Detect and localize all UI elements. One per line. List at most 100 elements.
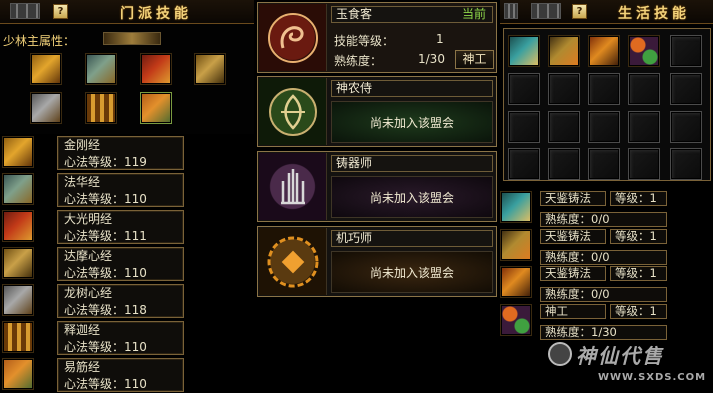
attr-bar	[103, 32, 161, 45]
empty-slot[interactable]	[670, 73, 702, 105]
proficiency-value: 1/30	[418, 52, 445, 66]
empty-slot[interactable]	[588, 148, 620, 180]
guild-name-zhuqi: 铸器师	[331, 155, 493, 172]
skill-row-daguangming[interactable]: 大光明经 心法等级：111	[57, 210, 184, 244]
shennong-emblem	[259, 78, 327, 145]
sect-skills-title: 门派技能	[120, 6, 192, 22]
skill-level: 心法等级：110	[64, 192, 147, 206]
sect-scroll-icon[interactable]	[30, 53, 62, 85]
life-entry-name: 天鉴铸法	[540, 266, 606, 281]
leaf-icon	[269, 88, 317, 136]
skill-level-label: 技能等级：	[334, 34, 395, 48]
sect-tome-icon[interactable]	[194, 53, 226, 85]
life-entry-name: 天鉴铸法	[540, 191, 606, 206]
skill-level: 心法等级：110	[64, 266, 147, 280]
empty-slot[interactable]	[548, 111, 580, 143]
skill-row-jingang[interactable]: 金刚经 心法等级：119	[57, 136, 184, 170]
empty-slot[interactable]	[670, 111, 702, 143]
sect-green-book-icon[interactable]	[140, 92, 172, 124]
life-entry-chest-icon[interactable]	[500, 229, 532, 261]
attr-label: 少林主属性：	[3, 34, 76, 48]
guild-status-zhuqi: 尚未加入该盟会	[331, 176, 493, 218]
life-entry-level: 等级：1	[610, 229, 667, 244]
skill-name: 达摩心经	[64, 249, 113, 263]
zhuqi-emblem	[259, 153, 327, 220]
life-entry-level: 等级：1	[610, 266, 667, 281]
watermark-url: WWW.SXDS.COM	[598, 372, 707, 383]
life-entry-proficiency: 熟练度：1/30	[540, 325, 667, 340]
empty-slot[interactable]	[628, 73, 660, 105]
jiqiao-emblem	[259, 228, 327, 295]
guild-status-shennong: 尚未加入该盟会	[331, 101, 493, 143]
guild-name-jiqiao: 机巧师	[331, 230, 493, 247]
guild-name-yushike: 玉食客 当前	[331, 6, 493, 23]
skill-level: 心法等级：118	[64, 303, 147, 317]
empty-slot[interactable]	[548, 73, 580, 105]
skill-icon-shijia[interactable]	[2, 321, 34, 353]
skill-icon-fahua[interactable]	[2, 173, 34, 205]
guild-panel-yushike[interactable]: 玉食客 当前 技能等级： 1 熟练度： 1/30 神工	[257, 2, 497, 73]
shengong-button[interactable]: 神工	[455, 50, 494, 69]
skill-icon-yijin[interactable]	[2, 358, 34, 390]
skill-icon-damo[interactable]	[2, 247, 34, 279]
skill-name: 释迦经	[64, 323, 101, 337]
skill-level: 心法等级：111	[64, 229, 147, 243]
life-skill-flame-chest-icon[interactable]	[588, 35, 620, 67]
guild-panel-shennong[interactable]: 神农侍 尚未加入该盟会	[257, 76, 497, 147]
empty-slot[interactable]	[548, 148, 580, 180]
life-entry-orbs-icon[interactable]	[500, 304, 532, 336]
skill-row-shijia[interactable]: 释迦经 心法等级：110	[57, 321, 184, 355]
skill-name: 大光明经	[64, 212, 113, 226]
skill-name: 法华经	[64, 175, 101, 189]
yushike-emblem	[259, 4, 327, 71]
empty-slot[interactable]	[508, 148, 540, 180]
sect-book-icon[interactable]	[85, 53, 117, 85]
window-grip-handle[interactable]	[10, 3, 40, 19]
life-entry-name: 神工	[540, 304, 606, 319]
skill-name: 易筋经	[64, 360, 101, 374]
sect-red-book-icon[interactable]	[140, 53, 172, 85]
skill-row-longshu[interactable]: 龙树心经 心法等级：118	[57, 284, 184, 318]
gear-icon	[267, 236, 319, 288]
empty-slot[interactable]	[670, 148, 702, 180]
empty-slot[interactable]	[588, 111, 620, 143]
skill-level-value: 1	[436, 32, 444, 46]
sect-sutra-icon[interactable]	[30, 92, 62, 124]
skill-level: 心法等级：110	[64, 377, 147, 391]
life-entry-proficiency: 熟练度：0/0	[540, 287, 667, 302]
skill-icon-daguangming[interactable]	[2, 210, 34, 242]
help-button[interactable]: ?	[572, 4, 587, 19]
help-button[interactable]: ?	[53, 4, 68, 19]
guild-panel-zhuqi[interactable]: 铸器师 尚未加入该盟会	[257, 151, 497, 222]
skill-icon-jingang[interactable]	[2, 136, 34, 168]
skill-name: 金刚经	[64, 138, 101, 152]
skill-level: 心法等级：119	[64, 155, 147, 169]
guild-name-text: 玉食客	[336, 7, 373, 21]
skill-row-damo[interactable]: 达摩心经 心法等级：110	[57, 247, 184, 281]
empty-slot[interactable]	[628, 148, 660, 180]
life-entry-name: 天鉴铸法	[540, 229, 606, 244]
skill-icon-longshu[interactable]	[2, 284, 34, 316]
window-grip-handle-left[interactable]	[504, 3, 518, 19]
skill-level: 心法等级：110	[64, 340, 147, 354]
life-skills-title: 生活技能	[618, 6, 690, 22]
life-skill-forge-icon-1[interactable]	[508, 35, 540, 67]
skill-row-yijin[interactable]: 易筋经 心法等级：110	[57, 358, 184, 392]
life-skill-chest-icon[interactable]	[548, 35, 580, 67]
skill-row-fahua[interactable]: 法华经 心法等级：110	[57, 173, 184, 207]
guild-status-jiqiao: 尚未加入该盟会	[331, 251, 493, 293]
empty-slot[interactable]	[508, 73, 540, 105]
life-skill-orbs-icon[interactable]	[628, 35, 660, 67]
life-entry-flame-chest-icon[interactable]	[500, 266, 532, 298]
empty-slot[interactable]	[588, 73, 620, 105]
empty-slot[interactable]	[508, 111, 540, 143]
guild-panel-jiqiao[interactable]: 机巧师 尚未加入该盟会	[257, 226, 497, 297]
empty-slot[interactable]	[670, 35, 702, 67]
sect-bamboo-icon[interactable]	[85, 92, 117, 124]
window-grip-handle[interactable]	[531, 3, 561, 19]
life-entry-level: 等级：1	[610, 304, 667, 319]
life-entry-forge-icon[interactable]	[500, 191, 532, 223]
empty-slot[interactable]	[628, 111, 660, 143]
proficiency-label: 熟练度：	[334, 54, 383, 68]
guild-name-shennong: 神农侍	[331, 80, 493, 97]
